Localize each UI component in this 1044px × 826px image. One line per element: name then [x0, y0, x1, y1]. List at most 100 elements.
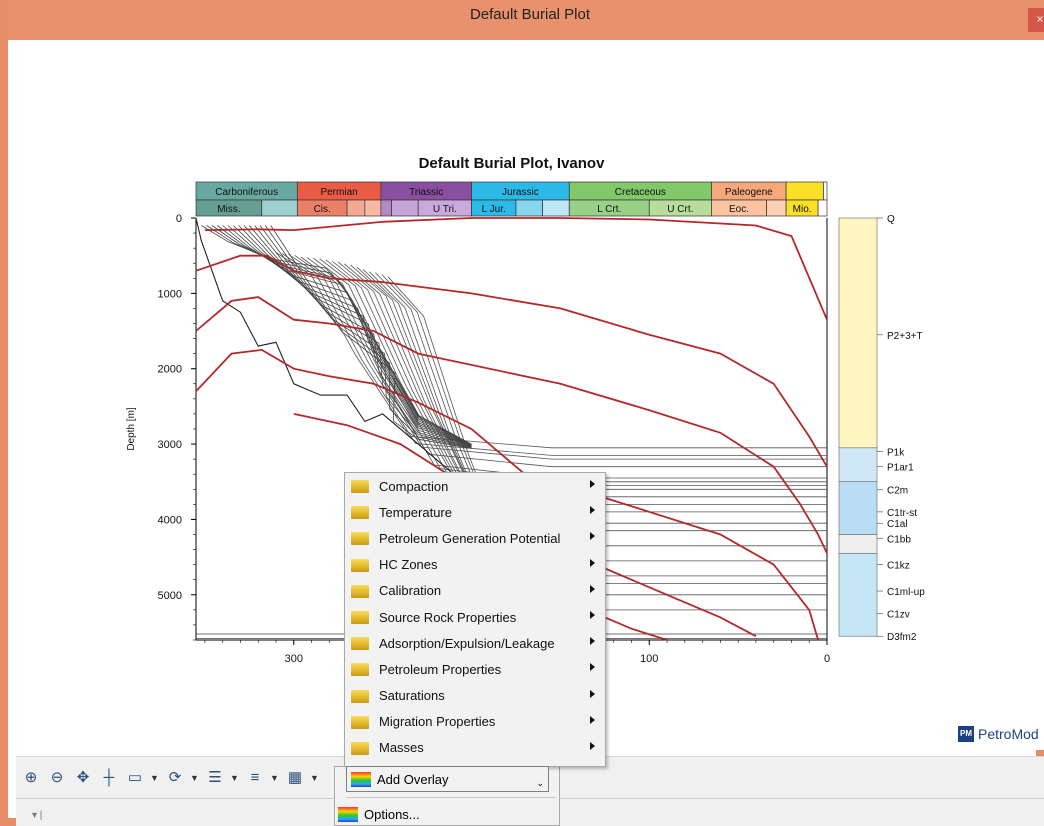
- zoom-out-icon[interactable]: ⊖: [46, 767, 68, 789]
- context-menu-item-label: Source Rock Properties: [379, 609, 517, 625]
- add-overlay-dropdown-icon[interactable]: ⌄: [536, 778, 544, 789]
- formation-label: C1zv: [887, 610, 910, 621]
- context-menu-item-label: Temperature: [379, 504, 452, 520]
- property-folder-icon: [351, 480, 369, 493]
- overlay-context-menu: Compaction Temperature Petroleum Generatio…: [344, 472, 606, 767]
- period-label: Carboniferous: [215, 187, 278, 198]
- epoch-cell: [542, 199, 570, 217]
- y-tick-label: 0: [176, 213, 182, 225]
- epoch-label: Mio.: [793, 204, 812, 215]
- y-tick-label: 1000: [158, 288, 182, 300]
- submenu-arrow-icon: [590, 689, 595, 698]
- options-gradient-icon: [338, 807, 358, 822]
- period-label: Paleogene: [725, 187, 773, 198]
- period-cell: [823, 181, 828, 201]
- zoom-in-icon[interactable]: ⊕: [20, 767, 42, 789]
- magnet-dropdown[interactable]: ▼: [190, 773, 200, 783]
- context-menu-item[interactable]: Adsorption/Expulsion/Leakage: [345, 630, 605, 656]
- epoch-cell: [364, 199, 382, 217]
- context-menu-item-label: Petroleum Properties: [379, 661, 502, 677]
- line-style-icon[interactable]: ≡: [244, 767, 266, 789]
- add-overlay-menu-item[interactable]: Add Overlay ⌄: [346, 766, 549, 792]
- submenu-arrow-icon: [590, 715, 595, 724]
- overlay-dropdown[interactable]: ▼: [310, 773, 320, 783]
- submenu-arrow-icon: [590, 663, 595, 672]
- context-menu-item[interactable]: Masses: [345, 735, 605, 761]
- context-menu-item[interactable]: Source Rock Properties: [345, 604, 605, 630]
- overlay-menu-separator: [346, 797, 556, 798]
- context-menu-item[interactable]: Calibration: [345, 578, 605, 604]
- close-button[interactable]: ×: [1028, 8, 1044, 32]
- isotherm-line: [204, 217, 828, 321]
- pan-icon[interactable]: ✥: [72, 767, 94, 789]
- context-menu-item[interactable]: Petroleum Generation Potential: [345, 525, 605, 551]
- property-folder-icon: [351, 584, 369, 598]
- magnet-icon[interactable]: ⟳: [164, 767, 186, 789]
- lithology-segment: [838, 553, 878, 637]
- property-folder-icon: [351, 637, 369, 651]
- x-tick-label: 100: [640, 653, 658, 665]
- burial-line: [227, 225, 472, 446]
- formation-label: C1ml-up: [887, 587, 925, 598]
- window-titlebar[interactable]: Default Burial Plot ×: [8, 0, 1044, 40]
- context-menu-item[interactable]: HC Zones: [345, 552, 605, 578]
- property-folder-icon: [351, 558, 369, 572]
- burial-line: [275, 252, 827, 449]
- context-menu-item[interactable]: Temperature: [345, 499, 605, 525]
- epoch-label: Miss.: [217, 204, 240, 215]
- overlay-gradient-icon: [351, 772, 371, 787]
- context-menu-item-label: Compaction: [379, 478, 449, 494]
- epoch-cell: [346, 199, 366, 217]
- submenu-arrow-icon: [590, 584, 595, 593]
- formation-label: P1ar1: [887, 463, 914, 474]
- context-menu-item[interactable]: Compaction: [345, 473, 605, 499]
- epoch-cell: [391, 199, 419, 217]
- property-folder-icon: [351, 741, 369, 755]
- formation-label: P1k: [887, 448, 905, 459]
- formation-label: C1bb: [887, 534, 911, 545]
- context-menu-item-label: Saturations: [379, 688, 445, 704]
- overlay-icon[interactable]: ▦: [284, 767, 306, 789]
- burial-line: [254, 225, 472, 448]
- burial-line: [201, 225, 472, 445]
- formation-label: C1al: [887, 519, 908, 530]
- epoch-label: L Jur.: [482, 204, 506, 215]
- layers-dropdown[interactable]: ▼: [230, 773, 240, 783]
- context-menu-item-label: HC Zones: [379, 557, 438, 573]
- add-overlay-label: Add Overlay: [377, 771, 449, 787]
- chart-title: Default Burial Plot, Ivanov: [419, 155, 606, 172]
- y-tick-label: 5000: [158, 590, 182, 602]
- context-menu-item[interactable]: Petroleum Properties: [345, 656, 605, 682]
- formation-label: P2+3+T: [887, 331, 923, 342]
- y-axis-label: Depth [m]: [126, 407, 137, 451]
- context-menu-item-label: Migration Properties: [379, 714, 496, 730]
- crosshair-icon[interactable]: ┼: [98, 767, 120, 789]
- context-menu-item[interactable]: Saturations: [345, 683, 605, 709]
- options-menu-item[interactable]: Options...: [334, 802, 554, 826]
- property-folder-icon: [351, 689, 369, 703]
- epoch-cell: [515, 199, 543, 217]
- petromod-name: PetroMod: [978, 726, 1039, 742]
- line-style-dropdown[interactable]: ▼: [270, 773, 280, 783]
- petromod-logo: PM: [958, 726, 974, 742]
- layers-icon[interactable]: ☰: [204, 767, 226, 789]
- formation-label: C1kz: [887, 561, 910, 572]
- lithology-segment: [838, 481, 878, 535]
- context-menu-item-label: Adsorption/Expulsion/Leakage: [379, 635, 555, 651]
- context-menu-item[interactable]: Migration Properties: [345, 709, 605, 735]
- epoch-label: L Crt.: [597, 204, 621, 215]
- submenu-arrow-icon: [590, 741, 595, 750]
- burial-line: [211, 225, 472, 445]
- rectangle-select-dropdown[interactable]: ▼: [150, 773, 160, 783]
- formation-label: C2m: [887, 485, 908, 496]
- burial-line: [248, 225, 472, 448]
- epoch-cell: [766, 199, 787, 217]
- submenu-arrow-icon: [590, 480, 595, 488]
- period-label: Cretaceous: [615, 187, 666, 198]
- property-folder-icon: [351, 532, 369, 546]
- property-folder-icon: [351, 506, 369, 520]
- rectangle-select-icon[interactable]: ▭: [124, 767, 146, 789]
- scroll-down-icon[interactable]: ▾ |: [32, 810, 42, 821]
- plot-toolbar: ⊕ ⊖ ✥ ┼ ▭ ▼ ⟳ ▼ ☰ ▼ ≡ ▼ ▦ ▼: [20, 765, 320, 791]
- submenu-arrow-icon: [590, 610, 595, 619]
